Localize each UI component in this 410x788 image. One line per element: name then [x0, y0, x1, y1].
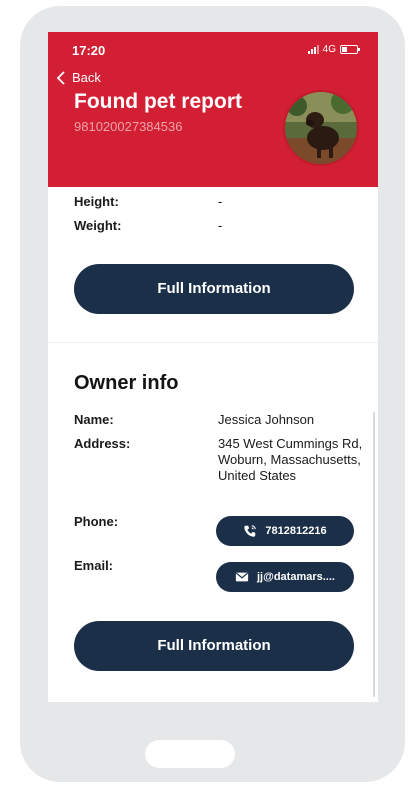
owner-phone-label: Phone:	[74, 514, 119, 529]
app-screen: 17:20 4G Back Found pet report 981020027…	[48, 32, 378, 702]
signal-icon	[307, 45, 319, 54]
phone-number: 7812812216	[265, 525, 327, 537]
mail-icon	[235, 572, 249, 582]
owner-info-title: Owner info	[74, 372, 179, 394]
owner-name-value: Jessica Johnson	[218, 412, 315, 427]
weight-value: -	[218, 218, 223, 233]
owner-address-value: 345 West Cummings Rd, Woburn, Massachuse…	[218, 436, 363, 483]
phone-button[interactable]: 7812812216	[216, 516, 354, 546]
email-button[interactable]: jj@datamars....	[216, 562, 354, 592]
owner-address-label: Address:	[74, 436, 131, 451]
home-button[interactable]	[145, 740, 235, 768]
weight-label: Weight:	[74, 218, 122, 233]
full-information-button[interactable]: Full Information	[74, 264, 354, 314]
owner-email-label: Email:	[74, 558, 114, 573]
back-button[interactable]: Back	[56, 70, 101, 85]
network-label: 4G	[322, 44, 336, 55]
owner-name-label: Name:	[74, 412, 114, 427]
page-title: Found pet report	[74, 90, 242, 113]
height-value: -	[218, 194, 223, 209]
report-header: 17:20 4G Back Found pet report 981020027…	[48, 32, 378, 187]
battery-icon	[340, 45, 360, 54]
owner-full-information-button[interactable]: Full Information	[74, 621, 354, 671]
back-label: Back	[72, 70, 101, 85]
pet-avatar	[283, 90, 359, 166]
chevron-left-icon	[56, 70, 65, 85]
scrollbar[interactable]	[373, 412, 375, 697]
email-address: jj@datamars....	[257, 571, 335, 583]
status-time: 17:20	[72, 43, 106, 58]
status-indicators: 4G	[307, 44, 360, 55]
height-label: Height:	[74, 194, 119, 209]
phone-call-icon	[244, 525, 257, 537]
section-divider	[48, 342, 378, 343]
chip-id: 981020027384536	[74, 119, 183, 134]
